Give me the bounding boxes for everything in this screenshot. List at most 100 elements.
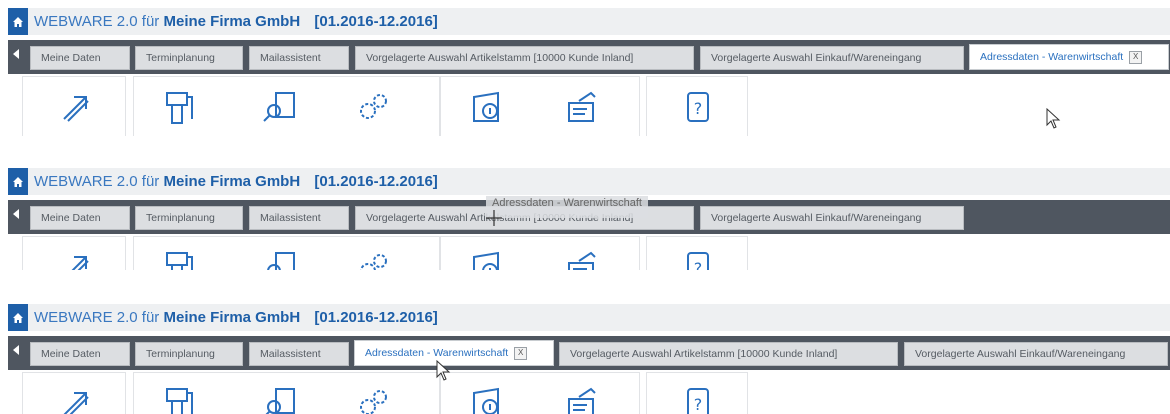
arrow-jump-button[interactable] bbox=[56, 383, 96, 414]
tab-meine-daten[interactable]: Meine Daten bbox=[30, 206, 130, 230]
app-name: WEBWARE 2.0 für bbox=[34, 173, 160, 190]
document-stack-icon bbox=[166, 92, 193, 124]
document-edit-icon bbox=[568, 251, 596, 270]
arrow-jump-icon bbox=[63, 392, 89, 414]
document-stack-button[interactable] bbox=[158, 87, 198, 127]
tab-einkauf[interactable]: Vorgelagerte Auswahl Einkauf/Wareneingan… bbox=[904, 342, 1168, 366]
gears-icon bbox=[360, 94, 387, 119]
document-search-button[interactable] bbox=[260, 383, 300, 414]
svg-text:?: ? bbox=[694, 395, 703, 414]
folder-info-icon bbox=[473, 91, 499, 122]
tab-terminplanung[interactable]: Terminplanung bbox=[135, 206, 243, 230]
document-search-icon bbox=[267, 252, 295, 270]
svg-text:?: ? bbox=[694, 259, 703, 270]
folder-info-icon bbox=[473, 251, 499, 270]
tab-scroll-left[interactable] bbox=[8, 336, 24, 370]
home-icon bbox=[13, 16, 23, 27]
document-edit-button[interactable] bbox=[561, 87, 601, 127]
help-button[interactable]: ? bbox=[678, 87, 718, 127]
app-name: WEBWARE 2.0 für bbox=[34, 13, 160, 30]
arrow-jump-icon bbox=[71, 256, 89, 270]
gears-button[interactable] bbox=[353, 87, 393, 127]
company-name: Meine Firma GmbH bbox=[163, 173, 301, 190]
tab-bar: Meine Daten Terminplanung Mailassistent … bbox=[8, 336, 1170, 370]
tab-close-button[interactable]: X bbox=[1129, 50, 1143, 64]
document-edit-icon bbox=[568, 91, 596, 122]
tab-scroll-left[interactable] bbox=[8, 40, 24, 74]
home-button[interactable] bbox=[8, 168, 28, 195]
app-name: WEBWARE 2.0 für bbox=[34, 309, 160, 326]
tab-bar: Meine Daten Terminplanung Mailassistent … bbox=[8, 40, 1170, 74]
help-icon: ? bbox=[687, 388, 709, 414]
document-search-icon bbox=[263, 92, 295, 122]
home-button[interactable] bbox=[8, 304, 28, 331]
tab-einkauf[interactable]: Vorgelagerte Auswahl Einkauf/Wareneingan… bbox=[700, 46, 964, 70]
tab-mailassistent[interactable]: Mailassistent bbox=[249, 46, 349, 70]
document-edit-button[interactable] bbox=[561, 247, 601, 270]
help-button[interactable]: ? bbox=[678, 247, 718, 270]
tab-terminplanung[interactable]: Terminplanung bbox=[135, 342, 243, 366]
company-name: Meine Firma GmbH bbox=[163, 13, 301, 30]
tab-close-button[interactable]: X bbox=[514, 346, 528, 360]
document-edit-icon bbox=[568, 387, 596, 414]
title-bar: WEBWARE 2.0 für Meine Firma GmbH [01.201… bbox=[8, 8, 1170, 35]
title-bar: WEBWARE 2.0 für Meine Firma GmbH [01.201… bbox=[8, 304, 1170, 331]
screen-state-2: WEBWARE 2.0 für Meine Firma GmbH [01.201… bbox=[0, 160, 1170, 270]
arrow-jump-button[interactable] bbox=[56, 87, 96, 127]
tab-mailassistent[interactable]: Mailassistent bbox=[249, 206, 349, 230]
toolbar: ? bbox=[8, 74, 1170, 136]
document-stack-icon bbox=[166, 388, 193, 414]
tab-adressdaten[interactable]: Adressdaten - Warenwirtschaft X bbox=[969, 44, 1169, 70]
tab-artikelstamm[interactable]: Vorgelagerte Auswahl Artikelstamm [10000… bbox=[355, 46, 694, 70]
document-edit-button[interactable] bbox=[561, 383, 601, 414]
arrow-jump-icon bbox=[63, 96, 89, 122]
tab-bar: Meine Daten Terminplanung Mailassistent … bbox=[8, 196, 1170, 234]
tab-einkauf[interactable]: Vorgelagerte Auswahl Einkauf/Wareneingan… bbox=[700, 206, 964, 230]
toolbar: ? bbox=[8, 234, 1170, 270]
svg-text:?: ? bbox=[694, 99, 703, 118]
home-button[interactable] bbox=[8, 8, 28, 35]
mouse-pointer-icon bbox=[1046, 108, 1061, 129]
period: [01.2016-12.2016] bbox=[314, 13, 438, 30]
help-button[interactable]: ? bbox=[678, 383, 718, 414]
arrow-jump-button[interactable] bbox=[56, 247, 96, 270]
gears-button[interactable] bbox=[353, 383, 393, 414]
tab-meine-daten[interactable]: Meine Daten bbox=[30, 342, 130, 366]
screen-state-3: WEBWARE 2.0 für Meine Firma GmbH [01.201… bbox=[0, 296, 1170, 414]
window-title: WEBWARE 2.0 für Meine Firma GmbH [01.201… bbox=[34, 13, 438, 30]
folder-info-button[interactable] bbox=[466, 247, 506, 270]
document-stack-icon bbox=[166, 252, 193, 270]
tab-adressdaten[interactable]: Adressdaten - Warenwirtschaft X bbox=[354, 340, 554, 366]
tab-artikelstamm[interactable]: Vorgelagerte Auswahl Artikelstamm [10000… bbox=[559, 342, 898, 366]
company-name: Meine Firma GmbH bbox=[163, 309, 301, 326]
toolbar: ? bbox=[8, 370, 1170, 414]
folder-info-button[interactable] bbox=[466, 87, 506, 127]
gears-button[interactable] bbox=[353, 247, 393, 270]
period: [01.2016-12.2016] bbox=[314, 309, 438, 326]
folder-info-icon bbox=[473, 387, 499, 414]
tab-scroll-left[interactable] bbox=[8, 200, 24, 234]
document-search-icon bbox=[265, 388, 295, 414]
gears-icon bbox=[360, 390, 387, 414]
gears-icon bbox=[360, 254, 387, 270]
move-cursor-icon bbox=[486, 210, 502, 226]
folder-info-button[interactable] bbox=[466, 383, 506, 414]
chevron-left-icon bbox=[13, 49, 19, 59]
tab-terminplanung[interactable]: Terminplanung bbox=[135, 46, 243, 70]
dragged-tab-ghost[interactable]: Adressdaten - Warenwirtschaft bbox=[486, 196, 648, 218]
document-search-button[interactable] bbox=[260, 87, 300, 127]
chevron-left-icon bbox=[13, 345, 19, 355]
home-icon bbox=[13, 312, 23, 323]
document-stack-button[interactable] bbox=[158, 383, 198, 414]
screen-state-1: WEBWARE 2.0 für Meine Firma GmbH [01.201… bbox=[0, 0, 1170, 136]
window-title: WEBWARE 2.0 für Meine Firma GmbH [01.201… bbox=[34, 309, 438, 326]
title-bar: WEBWARE 2.0 für Meine Firma GmbH [01.201… bbox=[8, 168, 1170, 195]
document-search-button[interactable] bbox=[260, 247, 300, 270]
document-stack-button[interactable] bbox=[158, 247, 198, 270]
period: [01.2016-12.2016] bbox=[314, 173, 438, 190]
help-icon: ? bbox=[687, 92, 709, 122]
tab-mailassistent[interactable]: Mailassistent bbox=[249, 342, 349, 366]
home-icon bbox=[13, 176, 23, 187]
tab-meine-daten[interactable]: Meine Daten bbox=[30, 46, 130, 70]
chevron-left-icon bbox=[13, 209, 19, 219]
